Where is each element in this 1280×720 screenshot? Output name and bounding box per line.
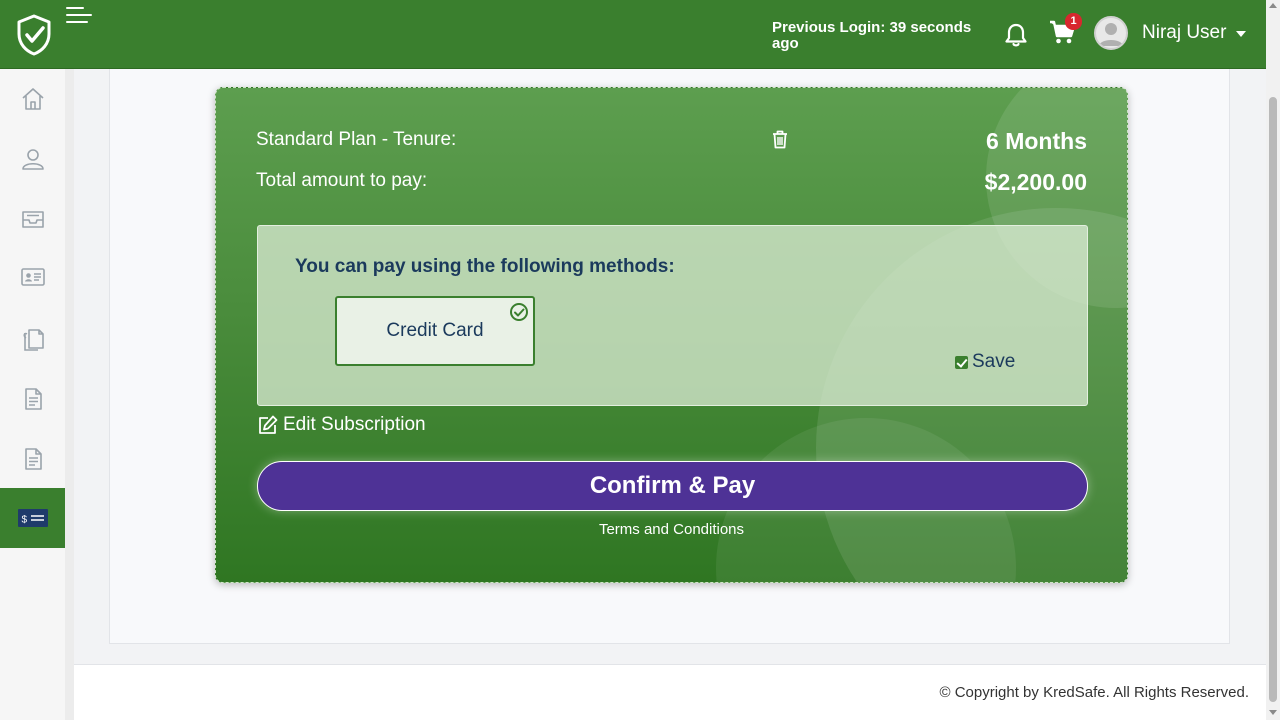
previous-login-text: Previous Login: 39 seconds ago (772, 19, 972, 52)
subscription-card: Standard Plan - Tenure: 6 Months Total a… (215, 87, 1128, 583)
edit-subscription-link[interactable]: Edit Subscription (257, 414, 426, 436)
file-text-icon (24, 448, 42, 470)
payment-methods-box: You can pay using the following methods:… (257, 225, 1088, 406)
user-name: Niraj User (1142, 22, 1227, 43)
edit-icon (259, 415, 278, 434)
sidebar-item-file-text[interactable] (0, 429, 65, 489)
id-card-icon (20, 268, 45, 286)
scrollbar-thumb[interactable] (1269, 97, 1277, 702)
check-circle-icon (510, 303, 528, 321)
plan-tenure-value: 6 Months (986, 128, 1087, 154)
shield-check-icon[interactable] (16, 14, 52, 56)
cart-count-badge: 1 (1065, 13, 1082, 30)
documents-icon (23, 329, 44, 351)
sidebar-item-profile[interactable] (0, 129, 65, 189)
billing-icon: $ (17, 509, 48, 527)
sidebar-item-home[interactable] (0, 69, 65, 129)
save-label: Save (972, 351, 1016, 372)
footer: © Copyright by KredSafe. All Rights Rese… (74, 664, 1266, 720)
chevron-down-icon (1236, 31, 1247, 37)
total-amount-label: Total amount to pay: (256, 170, 428, 191)
top-bar: Previous Login: 39 seconds ago 1 Niraj U… (0, 0, 1266, 69)
sidebar-item-id-card[interactable] (0, 247, 65, 307)
user-menu[interactable]: Niraj User (1094, 16, 1247, 50)
payment-methods-title: You can pay using the following methods: (295, 256, 675, 277)
scroll-down-icon[interactable] (1269, 710, 1277, 715)
trash-icon[interactable] (771, 129, 789, 149)
edit-subscription-label: Edit Subscription (283, 414, 426, 435)
checkbox-checked-icon (955, 355, 968, 369)
bell-icon[interactable] (1004, 22, 1028, 48)
confirm-pay-button[interactable]: Confirm & Pay (257, 461, 1088, 511)
sidebar-item-documents[interactable] (0, 309, 65, 369)
sidebar-item-inbox[interactable] (0, 189, 65, 249)
home-icon (21, 88, 44, 110)
sidebar-item-file[interactable] (0, 369, 65, 429)
user-icon (21, 149, 44, 170)
save-checkbox[interactable]: Save (955, 351, 1015, 373)
svg-text:$: $ (21, 515, 27, 526)
scroll-up-icon[interactable] (1269, 3, 1277, 8)
sidebar-item-billing[interactable]: $ (0, 488, 65, 548)
file-icon (24, 388, 42, 410)
sidebar-nav: $ (0, 69, 65, 720)
credit-card-option[interactable]: Credit Card (335, 296, 535, 366)
copyright-text: © Copyright by KredSafe. All Rights Rese… (939, 684, 1249, 701)
avatar (1094, 16, 1128, 50)
plan-tenure-label: Standard Plan - Tenure: (256, 129, 457, 150)
inbox-icon (21, 211, 44, 228)
terms-link[interactable]: Terms and Conditions (216, 521, 1127, 538)
page-scrollbar[interactable] (1266, 0, 1280, 720)
menu-toggle-icon[interactable] (66, 6, 92, 26)
total-amount-value: $2,200.00 (984, 169, 1087, 195)
credit-card-label: Credit Card (386, 320, 484, 341)
